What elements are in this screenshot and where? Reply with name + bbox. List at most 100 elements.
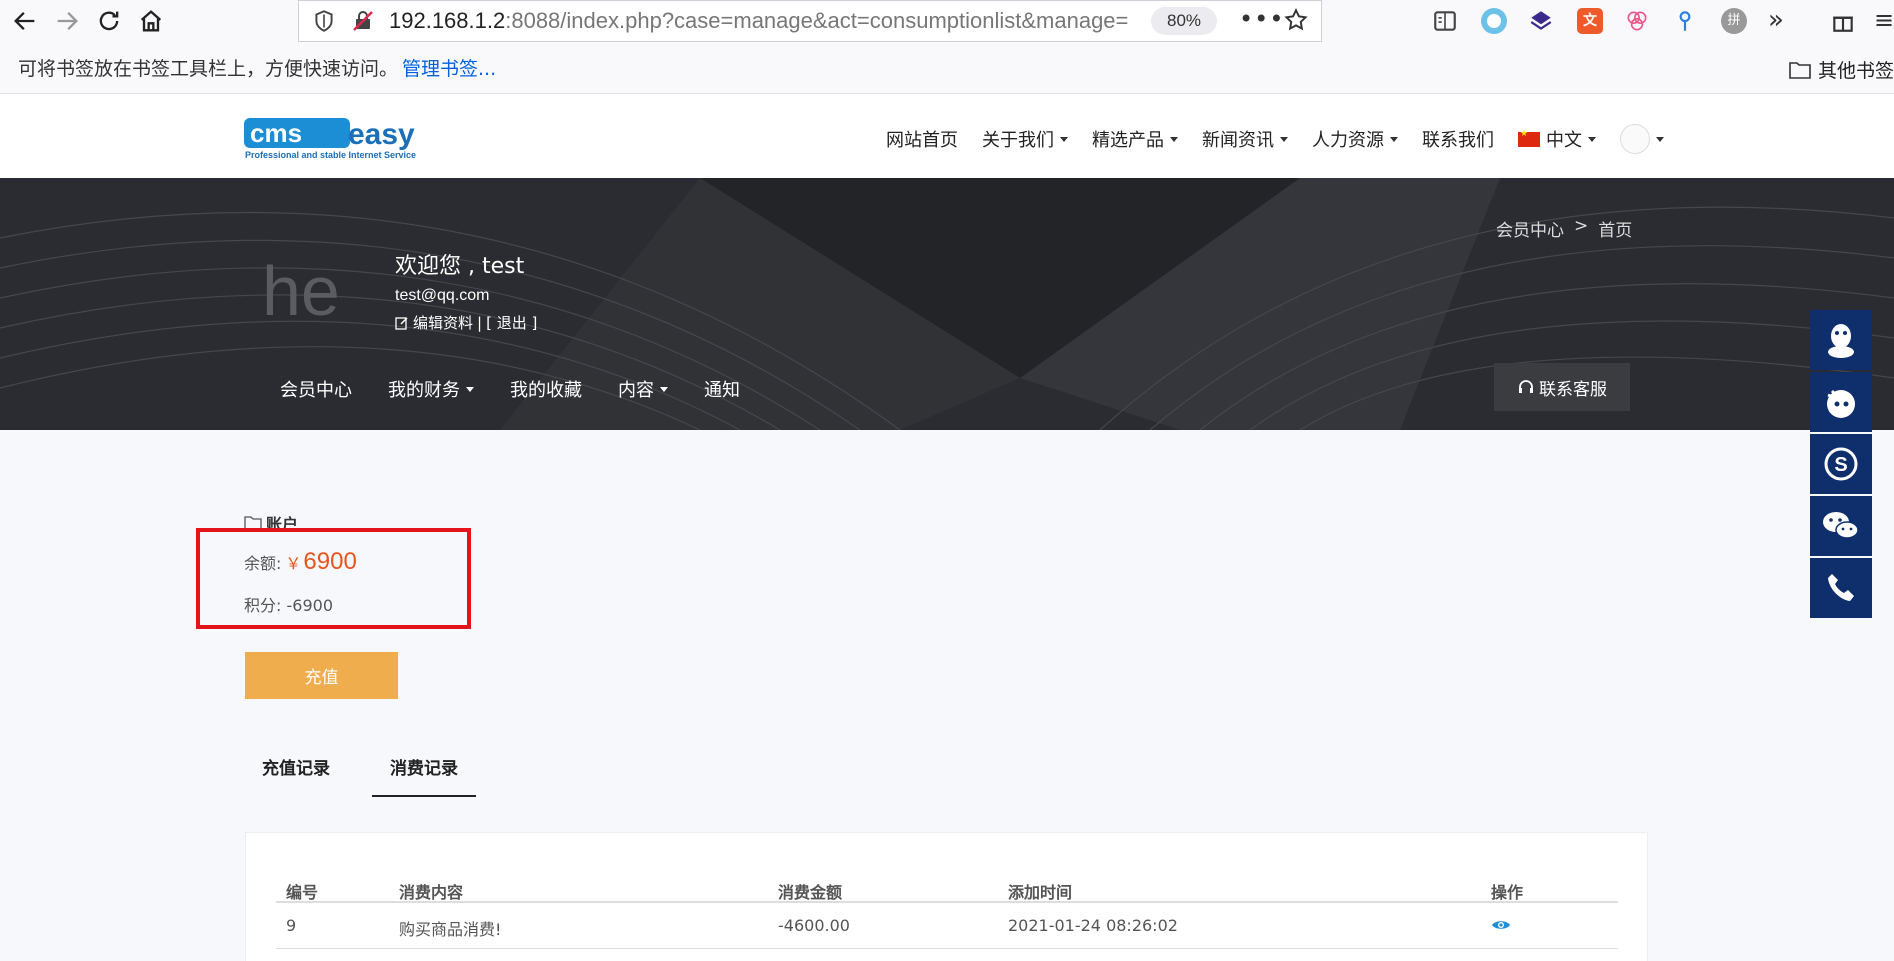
china-flag-icon bbox=[1518, 129, 1540, 147]
skype-button[interactable]: S bbox=[1810, 434, 1872, 494]
row-time: 2021-01-24 08:26:02 bbox=[1008, 916, 1178, 935]
row-amount: -4600.00 bbox=[778, 916, 850, 935]
qq-button[interactable] bbox=[1810, 310, 1872, 370]
wechat-button[interactable] bbox=[1810, 496, 1872, 556]
pin-extension-icon[interactable] bbox=[1672, 8, 1698, 34]
home-icon bbox=[140, 10, 162, 32]
tab-consumption-records[interactable]: 消费记录 bbox=[372, 740, 476, 797]
reload-button[interactable] bbox=[92, 4, 126, 38]
member-nav-finance[interactable]: 我的财务 bbox=[388, 376, 474, 402]
other-bookmarks-label: 其他书签 bbox=[1817, 60, 1894, 82]
nav-language[interactable]: 中文 bbox=[1518, 124, 1596, 154]
tab-recharge-records[interactable]: 充值记录 bbox=[244, 740, 348, 797]
aliwangwang-button[interactable] bbox=[1810, 372, 1872, 432]
view-detail-button[interactable] bbox=[1491, 917, 1511, 936]
eye-icon bbox=[1492, 921, 1510, 929]
separator: | bbox=[477, 313, 483, 332]
row-id: 9 bbox=[286, 916, 297, 935]
welcome-text: 欢迎您 , test bbox=[395, 254, 525, 279]
edit-icon bbox=[395, 316, 408, 330]
nav-contact[interactable]: 联系我们 bbox=[1422, 124, 1494, 154]
row-content: 购买商品消费! bbox=[399, 920, 502, 939]
member-nav-center[interactable]: 会员中心 bbox=[280, 376, 352, 402]
nav-contact-label: 联系我们 bbox=[1422, 130, 1494, 151]
bookmark-star-icon[interactable] bbox=[1283, 7, 1309, 33]
other-bookmarks[interactable]: 其他书签 bbox=[1788, 56, 1894, 83]
nav-home[interactable]: 网站首页 bbox=[886, 124, 958, 154]
layers-extension-icon[interactable] bbox=[1528, 8, 1554, 34]
caret-down-icon bbox=[1280, 136, 1288, 142]
contact-service-button[interactable]: 联系客服 bbox=[1494, 363, 1630, 411]
header-content: 消费内容 bbox=[399, 883, 464, 902]
nav-about-label: 关于我们 bbox=[982, 130, 1054, 151]
header-time: 添加时间 bbox=[1008, 883, 1073, 902]
reader-view-icon[interactable] bbox=[1432, 8, 1458, 34]
page-actions-icon[interactable]: ••• bbox=[1239, 5, 1284, 33]
member-nav-notice[interactable]: 通知 bbox=[704, 376, 740, 402]
member-nav-content[interactable]: 内容 bbox=[618, 376, 668, 402]
url-path: :8088/index.php?case=manage&act=consumpt… bbox=[505, 8, 1129, 33]
nav-news-label: 新闻资讯 bbox=[1202, 130, 1274, 151]
member-nav-content-label: 内容 bbox=[618, 380, 654, 401]
url-text[interactable]: 192.168.1.2:8088/index.php?case=manage&a… bbox=[389, 8, 1149, 34]
reload-icon bbox=[99, 11, 119, 31]
member-avatar[interactable]: he bbox=[262, 246, 358, 336]
caret-down-icon bbox=[1588, 136, 1596, 142]
overflow-chevron-icon[interactable]: » bbox=[1768, 7, 1794, 34]
floating-contact-bar: S bbox=[1810, 310, 1872, 620]
bookmarks-bar: 可将书签放在书签工具栏上，方便快速访问。 管理书签... 其他书签 bbox=[0, 42, 1894, 94]
nav-products-label: 精选产品 bbox=[1092, 130, 1164, 151]
translate-extension-icon[interactable]: 文 bbox=[1577, 8, 1603, 34]
wechat-icon bbox=[1823, 512, 1859, 539]
caret-down-icon bbox=[466, 386, 474, 392]
gift-icon[interactable] bbox=[1830, 8, 1856, 34]
forward-button[interactable] bbox=[50, 4, 84, 38]
nav-user-menu[interactable] bbox=[1620, 124, 1664, 154]
other-extension-icon[interactable]: 拼 bbox=[1721, 8, 1747, 34]
nav-hr-label: 人力资源 bbox=[1312, 130, 1384, 151]
logo-tagline: Professional and stable Internet Service bbox=[245, 150, 416, 160]
main-nav: 网站首页 关于我们 精选产品 新闻资讯 人力资源 联系我们 中文 bbox=[886, 124, 1688, 154]
caret-down-icon bbox=[1390, 136, 1398, 142]
member-banner: he 欢迎您 , test test@qq.com 编辑资料 | [ 退出 ] … bbox=[0, 178, 1894, 430]
aliwangwang-icon bbox=[1827, 389, 1855, 418]
nav-news[interactable]: 新闻资讯 bbox=[1202, 124, 1288, 154]
recharge-button[interactable]: 充值 bbox=[245, 652, 398, 699]
record-tabs: 充值记录 消费记录 bbox=[244, 740, 500, 797]
breadcrumb-member-center[interactable]: 会员中心 bbox=[1496, 216, 1564, 241]
breadcrumb-current: 首页 bbox=[1598, 221, 1633, 241]
nav-about[interactable]: 关于我们 bbox=[982, 124, 1068, 154]
zoom-indicator[interactable]: 80% bbox=[1151, 7, 1217, 35]
logout-link[interactable]: [ 退出 ] bbox=[486, 312, 537, 333]
caret-down-icon bbox=[1060, 136, 1068, 142]
contact-service-label: 联系客服 bbox=[1539, 379, 1607, 400]
user-avatar-icon bbox=[1620, 124, 1650, 154]
member-nav-favorites[interactable]: 我的收藏 bbox=[510, 376, 582, 402]
member-nav: 会员中心 我的财务 我的收藏 内容 通知 bbox=[280, 376, 776, 402]
back-button[interactable] bbox=[8, 4, 42, 38]
edit-profile-link[interactable]: 编辑资料 bbox=[413, 312, 473, 333]
profile-actions: 编辑资料 | [ 退出 ] bbox=[395, 312, 537, 333]
nav-hr[interactable]: 人力资源 bbox=[1312, 124, 1398, 154]
arrow-left-icon bbox=[14, 12, 35, 30]
headset-icon bbox=[1519, 380, 1533, 393]
home-button[interactable] bbox=[134, 4, 168, 38]
address-bar[interactable]: 192.168.1.2:8088/index.php?case=manage&a… bbox=[298, 0, 1322, 42]
table-row: 9 购买商品消费! -4600.00 2021-01-24 08:26:02 bbox=[276, 905, 1618, 949]
skype-icon: S bbox=[1824, 447, 1858, 481]
extension-circle-icon[interactable] bbox=[1481, 8, 1507, 34]
manage-bookmarks-link[interactable]: 管理书签... bbox=[402, 54, 496, 81]
nav-products[interactable]: 精选产品 bbox=[1092, 124, 1178, 154]
insecure-lock-icon[interactable] bbox=[351, 9, 375, 33]
menu-icon[interactable]: ≡ bbox=[1874, 8, 1894, 34]
shield-icon[interactable] bbox=[311, 8, 337, 34]
browser-toolbar: 192.168.1.2:8088/index.php?case=manage&a… bbox=[0, 0, 1894, 42]
svg-text:easy: easy bbox=[348, 118, 415, 151]
phone-icon bbox=[1828, 574, 1854, 601]
cmseasy-logo[interactable]: cms easy Professional and stable Interne… bbox=[244, 114, 474, 160]
phone-button[interactable] bbox=[1810, 558, 1872, 618]
folder-icon bbox=[1789, 61, 1811, 79]
breadcrumb: 会员中心 > 首页 bbox=[1496, 216, 1632, 241]
caret-down-icon bbox=[1656, 136, 1664, 142]
flower-extension-icon[interactable] bbox=[1624, 8, 1650, 34]
